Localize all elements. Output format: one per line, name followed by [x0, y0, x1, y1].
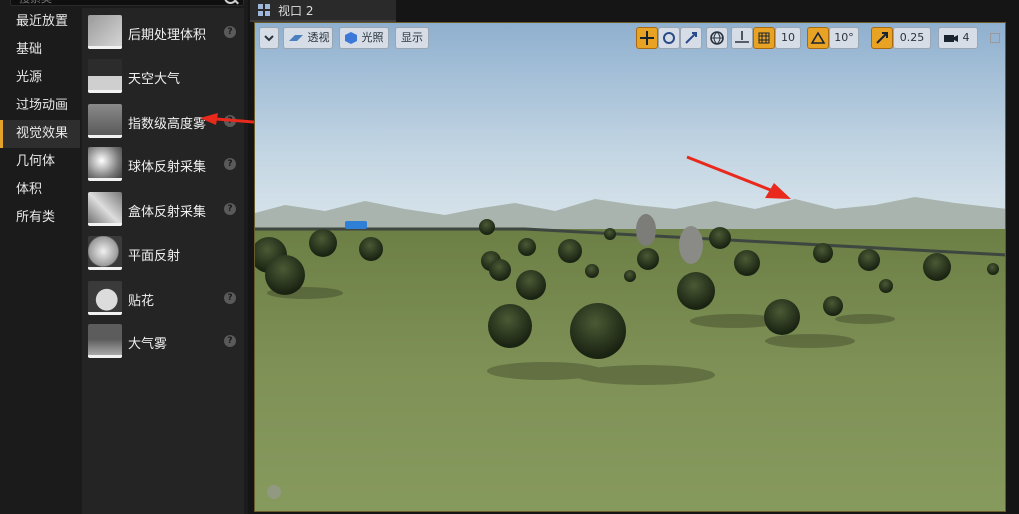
actor-item-list: 后期处理体积 ? 天空大气 指数级高度雾 ? 球体反射采集 ? 盒体反射采集 ?… — [82, 8, 244, 514]
box-reflection-icon — [88, 192, 122, 226]
help-icon[interactable]: ? — [224, 292, 236, 304]
translate-tool-button[interactable] — [636, 27, 658, 49]
search-input[interactable] — [17, 0, 211, 6]
item-label: 平面反射 — [128, 249, 181, 264]
world-local-button[interactable] — [706, 27, 728, 49]
decal-icon — [88, 281, 122, 315]
item-label: 指数级高度雾 — [128, 117, 207, 132]
scale-arrow-icon — [876, 32, 888, 44]
lit-label: 光照 — [361, 31, 384, 44]
category-list: 最近放置 基础 光源 过场动画 视觉效果 几何体 体积 所有类 — [0, 8, 80, 232]
help-icon[interactable]: ? — [224, 335, 236, 347]
angle-icon — [810, 31, 826, 44]
sky-atmosphere-icon — [88, 59, 122, 93]
scale-snap-label: 0.25 — [899, 31, 925, 44]
scale-snap-value[interactable]: 0.25 — [893, 27, 931, 49]
item-label: 盒体反射采集 — [128, 205, 207, 220]
category-volumes[interactable]: 体积 — [0, 176, 80, 204]
rotate-tool-button[interactable] — [658, 27, 680, 49]
item-label: 大气雾 — [128, 337, 168, 352]
item-planar-reflection[interactable]: 平面反射 — [82, 233, 244, 277]
category-recent[interactable]: 最近放置 — [0, 8, 80, 36]
item-label: 球体反射采集 — [128, 160, 207, 175]
category-all-classes[interactable]: 所有类 — [0, 204, 80, 232]
item-decal[interactable]: 贴花 ? — [82, 278, 244, 322]
viewport-options-button[interactable] — [259, 27, 279, 49]
item-post-process-volume[interactable]: 后期处理体积 ? — [82, 12, 244, 56]
globe-icon — [710, 31, 724, 45]
item-sphere-reflection-capture[interactable]: 球体反射采集 ? — [82, 144, 244, 188]
grid-snap-value[interactable]: 10 — [775, 27, 801, 49]
chevron-down-icon — [264, 35, 274, 42]
post-process-volume-icon — [88, 15, 122, 49]
lit-cube-icon — [345, 32, 357, 44]
surface-snap-button[interactable] — [731, 27, 753, 49]
item-label: 贴花 — [128, 294, 155, 309]
planar-reflection-icon — [88, 236, 122, 270]
surface-snap-icon — [735, 31, 749, 43]
category-cinematic[interactable]: 过场动画 — [0, 92, 80, 120]
help-icon[interactable] — [267, 485, 281, 499]
camera-speed-button[interactable]: 4 — [938, 27, 978, 49]
category-basic[interactable]: 基础 — [0, 36, 80, 64]
category-visual-effects[interactable]: 视觉效果 — [0, 120, 80, 148]
help-icon[interactable]: ? — [224, 203, 236, 215]
show-label: 显示 — [401, 31, 423, 44]
item-label: 天空大气 — [128, 72, 181, 87]
viewport-tab-label: 视口 2 — [278, 4, 314, 18]
show-button[interactable]: 显示 — [395, 27, 429, 49]
scale-tool-button[interactable] — [680, 27, 702, 49]
item-box-reflection-capture[interactable]: 盒体反射采集 ? — [82, 189, 244, 233]
grid-snap-label: 10 — [781, 31, 795, 44]
help-icon[interactable]: ? — [224, 158, 236, 170]
perspective-label: 透视 — [307, 31, 330, 44]
category-geometry[interactable]: 几何体 — [0, 148, 80, 176]
scale-icon — [685, 32, 697, 44]
place-actors-panel: 最近放置 基础 光源 过场动画 视觉效果 几何体 体积 所有类 后期处理体积 ?… — [0, 0, 267, 514]
level-viewport[interactable]: 透视 光照 显示 10 10° 0.25 4 — [254, 22, 1006, 512]
rotation-snap-label: 10° — [834, 31, 854, 44]
search-bar[interactable] — [10, 0, 244, 6]
grid-icon — [758, 32, 770, 44]
search-icon[interactable] — [224, 0, 237, 4]
rotation-snap-toggle[interactable] — [807, 27, 829, 49]
camera-icon — [944, 35, 958, 42]
scale-snap-toggle[interactable] — [871, 27, 893, 49]
item-atmospheric-fog[interactable]: 大气雾 ? — [82, 321, 244, 365]
perspective-button[interactable]: 透视 — [283, 27, 333, 49]
viewport-tab[interactable]: 视口 2 — [250, 0, 396, 22]
scene-render — [255, 23, 1005, 511]
camera-speed-label: 4 — [962, 31, 970, 44]
annotation-arrow — [686, 155, 791, 199]
move-icon — [640, 31, 654, 45]
sphere-reflection-icon — [88, 147, 122, 181]
perspective-icon — [289, 35, 303, 41]
exponential-height-fog-icon — [88, 104, 122, 138]
atmospheric-fog-icon — [88, 324, 122, 358]
viewport-layout-icon — [258, 4, 270, 16]
lit-button[interactable]: 光照 — [339, 27, 389, 49]
rotate-icon — [663, 32, 675, 44]
maximize-icon[interactable] — [990, 33, 1000, 43]
item-sky-atmosphere[interactable]: 天空大气 — [82, 56, 244, 100]
grid-snap-toggle[interactable] — [753, 27, 775, 49]
rotation-snap-value[interactable]: 10° — [829, 27, 859, 49]
category-lights[interactable]: 光源 — [0, 64, 80, 92]
item-label: 后期处理体积 — [128, 28, 207, 43]
help-icon[interactable]: ? — [224, 26, 236, 38]
